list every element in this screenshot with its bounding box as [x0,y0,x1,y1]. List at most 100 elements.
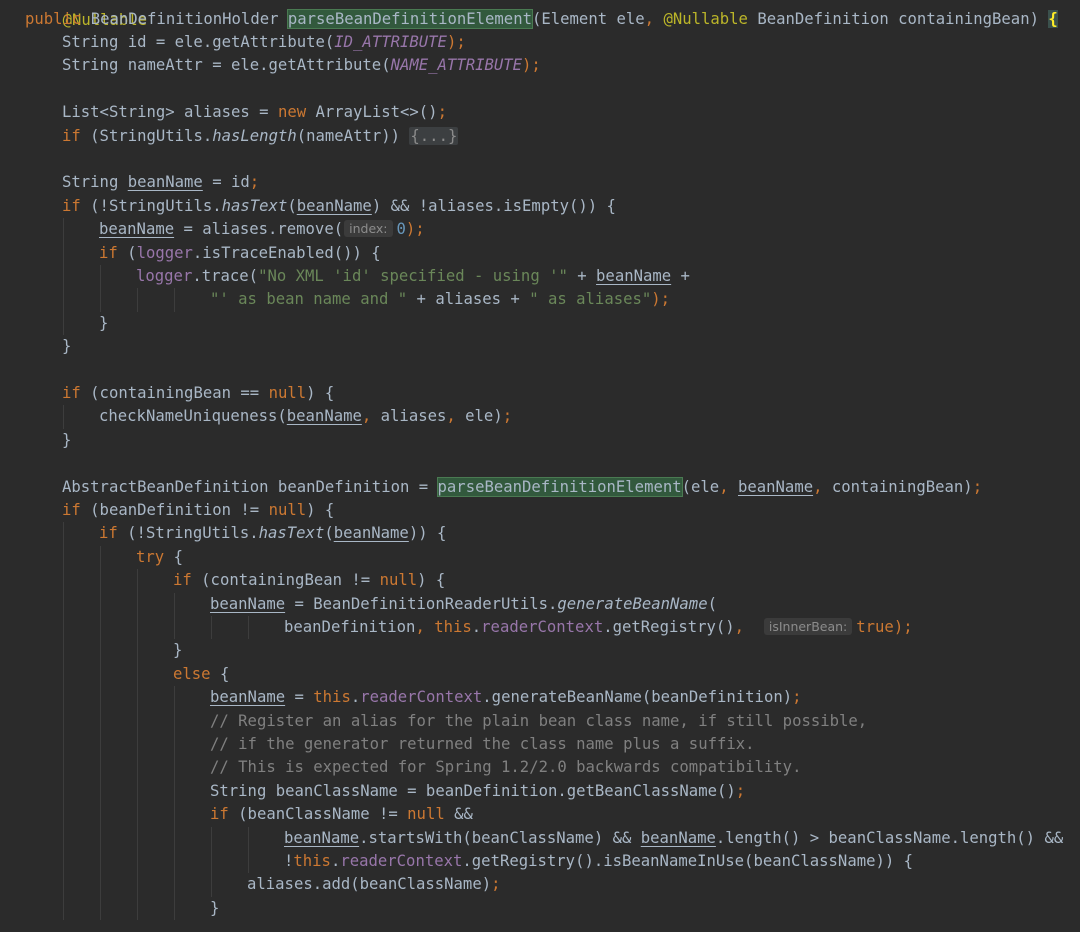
code-line[interactable]: String beanName = id; [62,171,259,194]
code-line[interactable]: public BeanDefinitionHolder parseBeanDef… [25,8,1058,31]
code-token: = [285,688,314,707]
keyword: , [415,617,435,636]
code-line[interactable]: beanName.startsWith(beanClassName) && be… [284,827,1063,850]
code-line[interactable]: else { [173,663,229,686]
keyword: if [62,500,91,519]
code-token: .trace( [192,266,259,285]
code-line[interactable]: logger.trace("No XML 'id' specified - us… [136,265,690,288]
code-line[interactable]: beanName = BeanDefinitionReaderUtils.gen… [210,593,717,616]
code-line[interactable]: beanName = aliases.remove(index: 0); [99,218,425,241]
variable-ref: beanName [210,594,286,613]
code-line[interactable]: if (beanClassName != null && [210,803,473,826]
code-token: String id = ele.getAttribute( [62,32,335,51]
keyword: else [173,664,220,683]
code-line[interactable]: checkNameUniqueness(beanName, aliases, e… [99,405,512,428]
code-line[interactable]: beanDefinition, this.readerContext.getRe… [284,616,913,639]
comment: // Register an alias for the plain bean … [210,711,868,730]
code-token: String nameAttr = ele.getAttribute( [62,56,391,75]
code-line[interactable]: aliases.add(beanClassName); [247,873,501,896]
code-token: ) { [417,571,446,590]
code-token: = BeanDefinitionReaderUtils. [285,594,558,613]
static-method: generateBeanName [557,594,708,613]
indent-guide [248,615,249,640]
code-token: aliases.add(beanClassName) [247,875,492,894]
code-editor[interactable]: @Nullable public BeanDefinitionHolder pa… [0,0,1080,932]
keyword: if [210,805,239,824]
code-token: . [350,688,361,707]
code-token: ( [707,594,717,613]
keyword: if [99,243,128,262]
code-token: .length() > beanClassName.length() && [715,828,1064,847]
code-line[interactable]: String nameAttr = ele.getAttribute(NAME_… [62,54,541,77]
keyword: try [136,547,174,566]
comment: // if the generator returned the class n… [210,734,755,753]
code-token: ( [287,196,297,215]
code-token: )) { [408,524,447,543]
keyword: true [856,617,894,636]
keyword: if [62,383,91,402]
indent-guide [248,826,249,874]
code-line[interactable]: // This is expected for Spring 1.2/2.0 b… [210,756,801,779]
code-token: ) { [306,500,335,519]
code-line[interactable]: if (StringUtils.hasLength(nameAttr)) {..… [62,125,459,148]
variable-ref: beanName [596,266,672,285]
static-method: hasText [221,196,288,215]
keyword: ; [491,875,501,894]
code-token: aliases [380,407,447,426]
indent-guide [100,545,101,921]
string-literal: "No XML 'id' specified - using '" [258,266,568,285]
indent-guide [174,288,175,312]
code-line[interactable]: if (!StringUtils.hasText(beanName)) { [99,522,446,545]
code-line[interactable]: if (containingBean == null) { [62,382,334,405]
code-line[interactable]: "' as bean name and " + aliases + " as a… [210,288,670,311]
code-line[interactable]: } [62,429,71,452]
code-token: List<String> aliases = [62,103,278,122]
code-token: BeanDefinitionHolder [90,9,288,28]
code-line[interactable]: } [62,335,71,358]
number-literal: 0 [396,220,406,239]
code-line[interactable]: if (!StringUtils.hasText(beanName) && !a… [62,195,616,218]
code-line[interactable]: } [99,312,108,335]
comment: // This is expected for Spring 1.2/2.0 b… [210,758,802,777]
keyword: ); [893,617,913,636]
code-line[interactable]: if (beanDefinition != null) { [62,499,334,522]
keyword: if [62,196,91,215]
code-line[interactable]: List<String> aliases = new ArrayList<>()… [62,101,447,124]
constant: ID_ATTRIBUTE [334,32,447,51]
keyword: ); [405,220,425,239]
code-token: AbstractBeanDefinition beanDefinition = [62,477,438,496]
keyword: ; [792,688,802,707]
keyword: , [644,9,664,28]
code-token: + [567,266,597,285]
code-token: (ele [681,477,720,496]
code-token: checkNameUniqueness( [99,407,287,426]
variable-ref: beanName [333,524,409,543]
code-token: } [62,430,72,449]
code-token: (beanDefinition != [90,500,269,519]
code-token: (StringUtils. [90,126,213,145]
string-literal: "' as bean name and " [210,290,408,309]
folded-block[interactable]: {...} [409,126,459,145]
code-token: String [62,173,128,192]
code-line[interactable]: // Register an alias for the plain bean … [210,710,867,733]
code-line[interactable]: } [173,639,182,662]
code-line[interactable]: } [210,897,219,920]
code-line[interactable]: try { [136,546,183,569]
field-ref: readerContext [481,617,604,636]
code-line[interactable]: beanName = this.readerContext.generateBe… [210,686,802,709]
keyword: ); [522,56,541,75]
code-token: = aliases.remove( [174,220,344,239]
variable-ref: beanName [99,220,175,239]
code-line[interactable]: // if the generator returned the class n… [210,733,755,756]
brace-highlight: { [1048,9,1058,28]
code-line[interactable]: if (logger.isTraceEnabled()) { [99,242,381,265]
code-line[interactable]: !this.readerContext.getRegistry().isBean… [284,850,913,873]
code-line[interactable]: String id = ele.getAttribute(ID_ATTRIBUT… [62,31,466,54]
keyword: , [361,407,381,426]
code-line[interactable]: if (containingBean != null) { [173,569,445,592]
code-token: ) { [306,383,335,402]
keyword: , [719,477,738,496]
code-line[interactable]: AbstractBeanDefinition beanDefinition = … [62,476,982,499]
code-token: BeanDefinition containingBean) [757,9,1049,28]
code-line[interactable]: String beanClassName = beanDefinition.ge… [210,780,745,803]
